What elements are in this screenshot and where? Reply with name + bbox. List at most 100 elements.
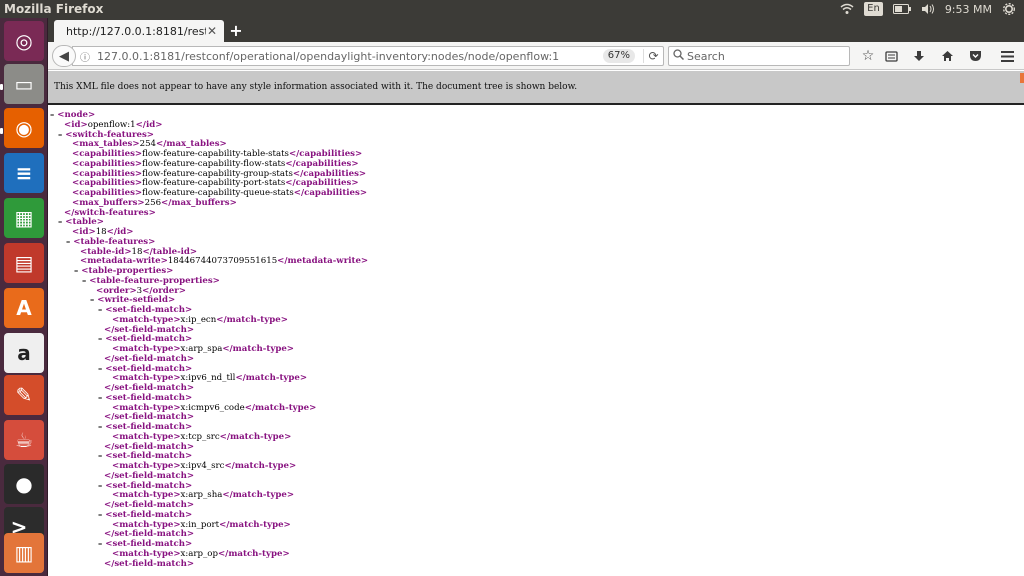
firefox-icon[interactable]: ◉: [4, 108, 44, 148]
top-panel: Mozilla Firefox En 9:53 MM: [0, 0, 1024, 18]
xml-open-tag: <capabilities>: [72, 178, 143, 189]
scrollbar-thumb[interactable]: [1020, 73, 1024, 83]
xml-text-value: flow-feature-capability-flow-stats: [142, 158, 286, 169]
java-app-icon[interactable]: ☕: [4, 420, 44, 460]
site-info-icon[interactable]: ⓘ: [77, 49, 93, 64]
xml-open-tag: <capabilities>: [72, 158, 143, 169]
libreoffice-calc-icon-glyph: ▦: [14, 206, 34, 230]
system-settings-icon[interactable]: ✎: [4, 375, 44, 415]
libreoffice-impress-icon[interactable]: ▤: [4, 243, 44, 283]
xml-open-tag: <set-field-match>: [105, 363, 193, 374]
xml-document-tree: – <node> <id>openflow:1</id> – <switch-fea…: [48, 110, 1018, 569]
libreoffice-writer-icon[interactable]: ≡: [4, 153, 44, 193]
home-icon[interactable]: [938, 47, 956, 65]
xml-line[interactable]: – <node>: [48, 110, 1018, 121]
close-tab-icon[interactable]: ✕: [206, 24, 218, 38]
xml-line[interactable]: – <table>: [48, 217, 1018, 228]
disk-icon[interactable]: ●: [4, 464, 44, 504]
xml-close-tag: </match-type>: [219, 519, 291, 530]
amazon-icon[interactable]: a: [4, 333, 44, 373]
new-tab-button[interactable]: +: [226, 21, 246, 41]
volume-icon[interactable]: [921, 3, 935, 15]
xml-open-tag: <match-type>: [112, 431, 181, 442]
xml-open-tag: </set-field-match>: [104, 500, 195, 510]
xml-open-tag: <write-setfield>: [97, 295, 176, 306]
xml-open-tag: <table-features>: [73, 236, 156, 247]
xml-close-tag: </id>: [106, 227, 134, 237]
xml-open-tag: <table>: [65, 217, 104, 228]
xml-line: </set-field-match>: [48, 500, 1018, 511]
xml-open-tag: </set-field-match>: [104, 558, 195, 569]
gear-icon[interactable]: [1002, 3, 1016, 15]
file-manager-icon-glyph: ▭: [14, 72, 34, 96]
workspaces-icon[interactable]: ▥: [4, 533, 44, 573]
xml-line: </set-field-match>: [48, 442, 1018, 453]
reload-icon[interactable]: ⟳: [643, 49, 663, 63]
url-text[interactable]: 127.0.0.1:8181/restconf/operational/open…: [97, 50, 603, 63]
xml-line[interactable]: – <write-setfield>: [48, 295, 1018, 306]
xml-open-tag: <id>: [64, 119, 88, 130]
xml-open-tag: <table-feature-properties>: [89, 275, 220, 286]
page-content: This XML file does not appear to have an…: [48, 71, 1024, 576]
java-app-icon-glyph: ☕: [15, 428, 33, 452]
bookmark-star-icon[interactable]: ☆: [859, 47, 877, 65]
keyboard-layout-indicator[interactable]: En: [864, 2, 883, 16]
xml-open-tag: <node>: [57, 110, 96, 120]
search-input[interactable]: [687, 49, 837, 63]
xml-close-tag: </capabilities>: [285, 158, 359, 169]
xml-text-value: 254: [139, 139, 157, 150]
xml-open-tag: <id>: [72, 227, 96, 237]
url-bar[interactable]: ⓘ 127.0.0.1:8181/restconf/operational/op…: [72, 46, 664, 66]
back-button[interactable]: ◀: [52, 45, 76, 67]
xml-close-tag: </metadata-write>: [277, 256, 369, 267]
search-bar[interactable]: [668, 46, 850, 66]
xml-open-tag: </set-field-match>: [104, 529, 195, 540]
xml-line: </set-field-match>: [48, 471, 1018, 482]
xml-line: </set-field-match>: [48, 529, 1018, 540]
clock[interactable]: 9:53 MM: [945, 3, 992, 16]
xml-close-tag: </match-type>: [219, 431, 292, 442]
navigation-toolbar: ⓘ 127.0.0.1:8181/restconf/operational/op…: [48, 42, 1024, 70]
xml-text-value: x:arp_spa: [180, 344, 223, 354]
ubuntu-dash-icon-glyph: ◎: [15, 29, 33, 53]
libreoffice-calc-icon[interactable]: ▦: [4, 198, 44, 238]
xml-text-value: flow-feature-capability-table-stats: [142, 149, 289, 159]
xml-close-tag: </order>: [142, 285, 186, 296]
zoom-level-button[interactable]: 67%: [602, 49, 635, 63]
battery-icon[interactable]: [892, 4, 911, 14]
xml-close-tag: </match-type>: [224, 461, 297, 471]
xml-open-tag: <set-field-match>: [105, 539, 193, 549]
libreoffice-writer-icon-glyph: ≡: [15, 161, 33, 185]
software-center-icon[interactable]: A: [4, 288, 44, 328]
running-app-indicator: [0, 128, 3, 134]
indicator-area: En 9:53 MM: [840, 0, 1016, 18]
xml-open-tag: <order>: [96, 285, 137, 296]
xml-line: <id>18</id>: [48, 227, 1018, 238]
xml-open-tag: <match-type>: [112, 548, 181, 559]
pocket-icon[interactable]: [966, 47, 984, 65]
xml-notice-text: This XML file does not appear to have an…: [54, 82, 578, 92]
xml-open-tag: <match-type>: [112, 519, 181, 530]
reading-list-icon[interactable]: [882, 47, 900, 65]
xml-open-tag: <max_tables>: [72, 139, 140, 150]
download-icon[interactable]: [910, 47, 928, 65]
tab-active[interactable]: http://127.0.0.1:8181/restc ✕: [54, 20, 224, 42]
xml-open-tag: <set-field-match>: [105, 451, 193, 462]
xml-open-tag: </set-field-match>: [104, 412, 195, 423]
xml-line: </set-field-match>: [48, 353, 1018, 365]
xml-text-value: 256: [144, 197, 162, 208]
xml-line[interactable]: – <table-feature-properties>: [48, 275, 1018, 287]
xml-text-value: x:ipv6_nd_tll: [180, 373, 236, 384]
file-manager-icon[interactable]: ▭: [4, 64, 44, 104]
wifi-icon[interactable]: [840, 3, 854, 15]
xml-line: <metadata-write>18446744073709551615</me…: [48, 256, 1018, 267]
xml-text-value: x:ipv4_src: [180, 461, 225, 471]
hamburger-menu-icon[interactable]: [998, 47, 1016, 65]
ubuntu-dash-icon[interactable]: ◎: [4, 21, 44, 61]
xml-line: </switch-features>: [48, 207, 1018, 219]
xml-open-tag: </switch-features>: [64, 207, 156, 218]
xml-open-tag: </set-field-match>: [104, 353, 195, 364]
xml-text-value: 18446744073709551615: [167, 256, 278, 267]
xml-open-tag: </set-field-match>: [104, 383, 195, 393]
xml-open-tag: <capabilities>: [72, 149, 143, 159]
